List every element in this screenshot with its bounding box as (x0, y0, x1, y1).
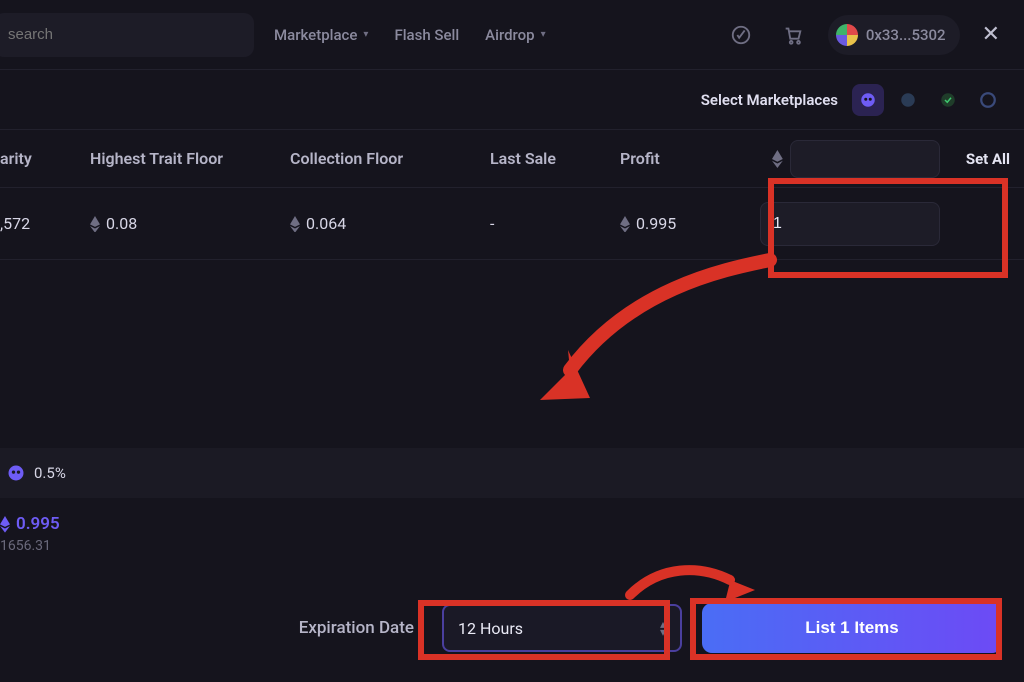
activity-icon[interactable] (724, 18, 758, 52)
nav-marketplace[interactable]: Marketplace ▾ (274, 26, 368, 44)
cell-htf: 0.08 (90, 214, 290, 233)
search-input[interactable] (8, 26, 240, 43)
eth-icon (620, 216, 630, 232)
set-all-price-input[interactable] (790, 140, 940, 178)
table-row: ,572 0.08 0.064 - 0.995 (0, 188, 1024, 260)
marketplace-option-3[interactable] (932, 84, 964, 116)
marketplace-fee-icon (6, 463, 26, 483)
cart-icon[interactable] (776, 18, 810, 52)
annotation-arrow-1 (520, 250, 780, 420)
marketplace-option-2[interactable] (892, 84, 924, 116)
marketplace-option-blur[interactable] (852, 84, 884, 116)
list-items-button[interactable]: List 1 Items (702, 603, 1002, 653)
search-input-wrap[interactable] (0, 13, 254, 57)
cell-rarity: ,572 (0, 214, 90, 233)
eth-icon (772, 150, 784, 168)
total-usd: 1656.31 (0, 538, 60, 554)
col-cfloor-header: Collection Floor (290, 149, 490, 168)
col-lastsale-header: Last Sale (490, 149, 620, 168)
col-rarity-header: arity (0, 149, 90, 168)
expiration-value: 12 Hours (458, 619, 523, 638)
eth-icon (0, 516, 10, 532)
expiration-label: Expiration Date (299, 618, 414, 638)
expiration-select[interactable]: 12 Hours ▴▾ (442, 604, 682, 652)
marketplace-option-4[interactable] (972, 84, 1004, 116)
wallet-button[interactable]: 0x33...5302 (828, 15, 960, 55)
nav-flashsell-label: Flash Sell (394, 26, 459, 44)
close-icon[interactable]: ✕ (978, 18, 1004, 51)
cell-cfloor: 0.064 (290, 214, 490, 233)
total-eth: 0.995 (0, 514, 60, 534)
nav-airdrop-label: Airdrop (485, 26, 534, 44)
wallet-address: 0x33...5302 (866, 26, 946, 44)
nav-airdrop[interactable]: Airdrop ▾ (485, 26, 545, 44)
nav-marketplace-label: Marketplace (274, 26, 357, 44)
fee-percent: 0.5% (34, 464, 66, 482)
chevron-down-icon: ▾ (541, 29, 546, 40)
set-all-button[interactable]: Set All (940, 150, 1020, 168)
wallet-avatar-icon (836, 24, 858, 46)
select-marketplaces-label: Select Marketplaces (701, 91, 838, 109)
row-price-input[interactable] (760, 202, 940, 246)
fee-row: 0.5% (0, 448, 1024, 498)
col-profit-header: Profit (620, 149, 750, 168)
stepper-icon: ▴▾ (660, 620, 666, 636)
eth-icon (290, 216, 300, 232)
chevron-down-icon: ▾ (363, 29, 368, 40)
nav-flashsell[interactable]: Flash Sell (394, 26, 459, 44)
cell-profit: 0.995 (620, 214, 750, 233)
cell-lastsale: - (490, 214, 620, 233)
col-htf-header: Highest Trait Floor (90, 149, 290, 168)
eth-icon (90, 216, 100, 232)
